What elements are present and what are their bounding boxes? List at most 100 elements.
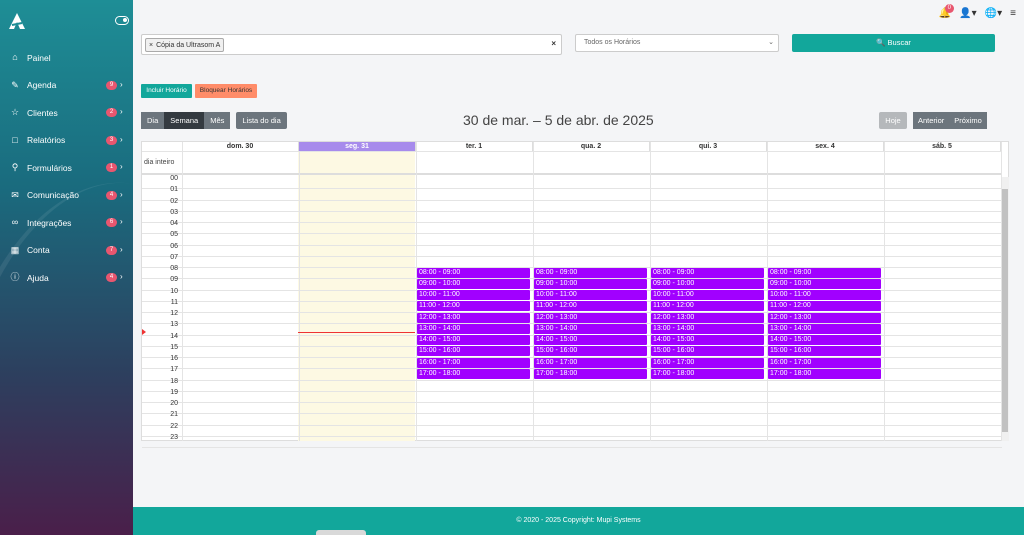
sidebar-item-painel[interactable]: ⌂ Painel — [0, 44, 133, 72]
language-globe-icon[interactable]: 🌐▾ — [985, 8, 1002, 19]
sidebar-item-label: Ajuda — [27, 272, 49, 283]
appointment-slot[interactable]: 17:00 - 18:00 — [651, 368, 764, 379]
appointment-slot[interactable]: 12:00 - 13:00 — [768, 312, 881, 323]
next-button[interactable]: Próximo — [949, 112, 987, 129]
appointment-slot[interactable]: 09:00 - 10:00 — [651, 278, 764, 289]
appointment-slot[interactable]: 15:00 - 16:00 — [651, 346, 764, 357]
appointment-slot[interactable]: 15:00 - 16:00 — [768, 346, 881, 357]
appointment-slot[interactable]: 14:00 - 15:00 — [651, 335, 764, 345]
hour-label: 02 — [170, 197, 178, 205]
calendar-scrollbar[interactable] — [1001, 177, 1009, 441]
home-icon: ⌂ — [12, 52, 18, 63]
appointment-slot[interactable]: 08:00 - 09:00 — [534, 267, 647, 278]
filter-chip: × Cópia da Ultrasom A — [145, 38, 225, 52]
appointment-slot[interactable]: 10:00 - 11:00 — [651, 290, 764, 300]
sidebar-item-relatorios[interactable]: □ Relatórios 3 › — [0, 127, 133, 155]
sidebar-item-integracoes[interactable]: ∞ Integrações 6 › — [0, 209, 133, 237]
appointment-slot[interactable]: 16:00 - 17:00 — [651, 357, 764, 368]
sidebar-item-formularios[interactable]: ⚲ Formulários 1 › — [0, 154, 133, 182]
appointment-slot[interactable]: 16:00 - 17:00 — [768, 357, 881, 368]
appointment-slot[interactable]: 16:00 - 17:00 — [417, 357, 530, 368]
sidebar-item-clientes[interactable]: ☆ Clientes 2 › — [0, 99, 133, 127]
day-header[interactable]: qua. 2 — [533, 142, 650, 151]
scrollbar-thumb[interactable] — [1002, 189, 1008, 432]
appointment-slot[interactable]: 14:00 - 15:00 — [417, 335, 530, 345]
block-schedule-button[interactable]: Bloquear Horários — [195, 84, 257, 98]
sidebar: ⌂ Painel ✎ Agenda 9 › ☆ Clientes 2 › □ Relatórios 3 ›… — [0, 0, 133, 535]
search-icon: ⚲ — [11, 162, 19, 173]
appointment-slot[interactable]: 17:00 - 18:00 — [417, 368, 530, 379]
hour-label: 15 — [170, 343, 178, 351]
hour-row — [142, 199, 1002, 201]
appointment-slot[interactable]: 13:00 - 14:00 — [768, 323, 881, 334]
appointment-slot[interactable]: 10:00 - 11:00 — [534, 290, 647, 300]
appointment-slot[interactable]: 08:00 - 09:00 — [417, 267, 530, 278]
logo-icon[interactable] — [8, 12, 26, 30]
appointment-slot[interactable]: 13:00 - 14:00 — [534, 323, 647, 334]
footer-tab[interactable] — [316, 530, 366, 535]
appointment-slot[interactable]: 17:00 - 18:00 — [534, 368, 647, 379]
appointment-slot[interactable]: 08:00 - 09:00 — [768, 267, 881, 278]
view-list-button[interactable]: Lista do dia — [236, 112, 287, 129]
appointment-slot[interactable]: 14:00 - 15:00 — [534, 335, 647, 345]
chip-remove-icon[interactable]: × — [149, 42, 153, 49]
appointment-slot[interactable]: 11:00 - 12:00 — [534, 301, 647, 312]
search-button[interactable]: 🔍 Buscar — [792, 34, 995, 52]
hour-label: 03 — [170, 208, 178, 216]
hour-row — [142, 447, 1002, 448]
appointment-slot[interactable]: 15:00 - 16:00 — [534, 346, 647, 357]
appointment-slot[interactable]: 09:00 - 10:00 — [417, 278, 530, 289]
link-icon: ∞ — [11, 217, 19, 228]
appointment-slot[interactable]: 14:00 - 15:00 — [768, 335, 881, 345]
user-menu-icon[interactable]: 👤▾ — [959, 8, 976, 19]
appointment-slot[interactable]: 16:00 - 17:00 — [534, 357, 647, 368]
sidebar-item-label: Relatórios — [27, 135, 66, 146]
day-header[interactable]: ter. 1 — [416, 142, 533, 151]
appointment-slot[interactable]: 11:00 - 12:00 — [417, 301, 530, 312]
appointment-slot[interactable]: 10:00 - 11:00 — [768, 290, 881, 300]
allday-divider — [142, 173, 1002, 175]
hour-label: 13 — [170, 321, 178, 329]
day-header[interactable]: dom. 30 — [182, 142, 299, 151]
appointment-slot[interactable]: 09:00 - 10:00 — [534, 278, 647, 289]
hour-label: 00 — [170, 175, 178, 182]
appointment-slot[interactable]: 09:00 - 10:00 — [768, 278, 881, 289]
sidebar-item-conta[interactable]: ▦ Conta 7 › — [0, 237, 133, 265]
day-header[interactable]: qui. 3 — [650, 142, 767, 151]
sidebar-item-ajuda[interactable]: ⓘ Ajuda 4 › — [0, 264, 133, 292]
sidebar-item-label: Formulários — [27, 162, 72, 173]
schedule-select[interactable]: Todos os Horários ⌄ — [575, 34, 779, 52]
view-week-button[interactable]: Semana — [164, 112, 205, 129]
sidebar-item-label: Conta — [27, 245, 50, 256]
day-header[interactable]: seg. 31 — [299, 142, 416, 151]
appointment-slot[interactable]: 11:00 - 12:00 — [768, 301, 881, 312]
view-day-button[interactable]: Dia — [141, 112, 165, 129]
hour-row — [142, 379, 1002, 381]
sidebar-item-agenda[interactable]: ✎ Agenda 9 › — [0, 72, 133, 100]
appointment-slot[interactable]: 08:00 - 09:00 — [651, 267, 764, 278]
day-header[interactable]: sáb. 5 — [884, 142, 1001, 151]
day-column-divider — [299, 142, 300, 441]
day-header[interactable]: sex. 4 — [767, 142, 884, 151]
appointment-slot[interactable]: 12:00 - 13:00 — [534, 312, 647, 323]
view-month-button[interactable]: Mês — [204, 112, 231, 129]
sidebar-badge: 6 — [106, 218, 117, 227]
notification-bell-icon[interactable]: 🔔 0 — [939, 4, 954, 19]
appointment-slot[interactable]: 13:00 - 14:00 — [651, 323, 764, 334]
appointment-slot[interactable]: 12:00 - 13:00 — [417, 312, 530, 323]
appointment-slot[interactable]: 10:00 - 11:00 — [417, 290, 530, 300]
resource-filter-input[interactable]: × Cópia da Ultrasom A × — [141, 34, 562, 55]
hamburger-menu-icon[interactable]: ≡ — [1010, 8, 1016, 19]
appointment-slot[interactable]: 13:00 - 14:00 — [417, 323, 530, 334]
hour-label: 07 — [170, 253, 178, 261]
previous-button[interactable]: Anterior — [913, 112, 950, 129]
appointment-slot[interactable]: 11:00 - 12:00 — [651, 301, 764, 312]
sidebar-item-comunicacao[interactable]: ✉ Comunicação 4 › — [0, 182, 133, 210]
appointment-slot[interactable]: 12:00 - 13:00 — [651, 312, 764, 323]
clear-filter-icon[interactable]: × — [551, 39, 556, 48]
appointment-slot[interactable]: 15:00 - 16:00 — [417, 346, 530, 357]
sidebar-toggle-icon[interactable] — [115, 16, 129, 25]
appointment-slot[interactable]: 17:00 - 18:00 — [768, 368, 881, 379]
add-schedule-button[interactable]: Incluir Horário — [141, 84, 192, 98]
today-button[interactable]: Hoje — [879, 112, 907, 129]
